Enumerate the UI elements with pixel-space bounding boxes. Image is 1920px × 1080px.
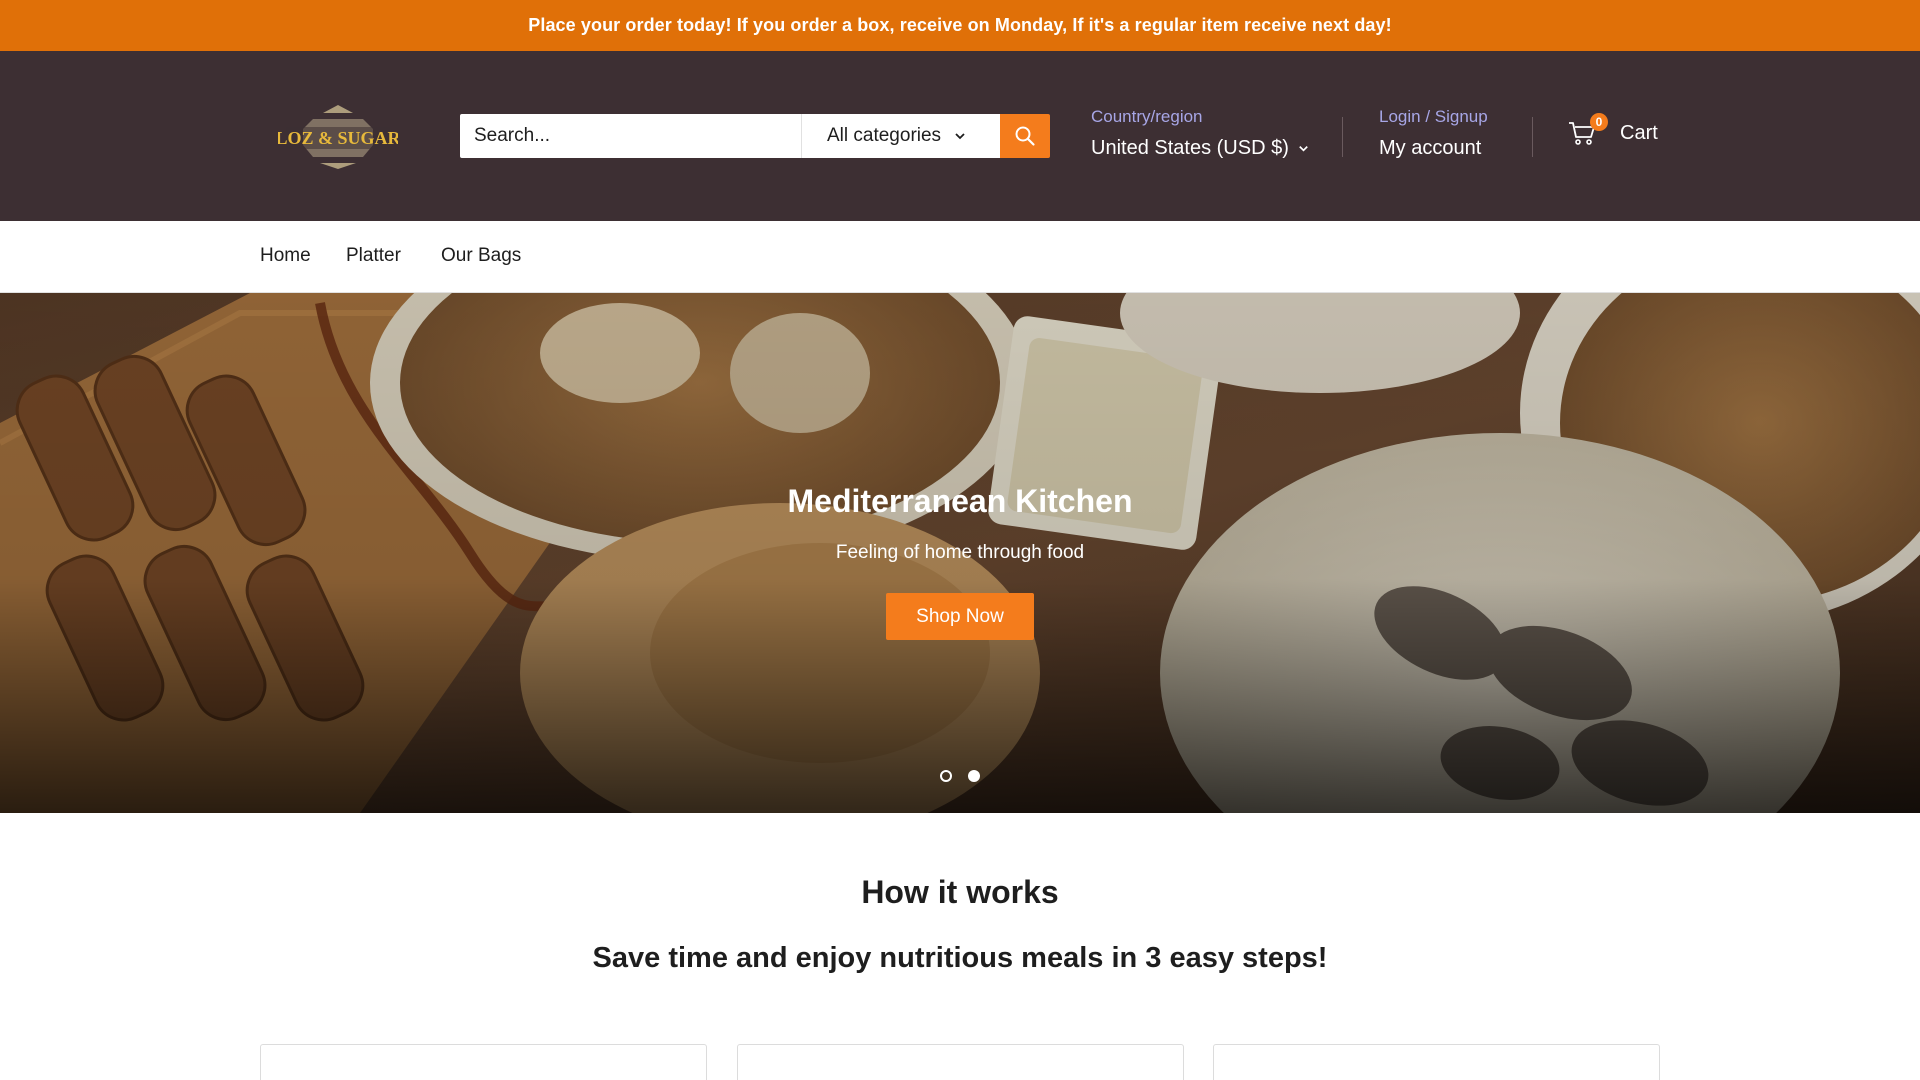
shop-now-button[interactable]: Shop Now: [886, 593, 1034, 640]
step-card-1: [260, 1044, 707, 1080]
nav-item-our-bags[interactable]: Our Bags: [441, 245, 521, 267]
my-account-label: My account: [1379, 137, 1482, 159]
nav-item-platter[interactable]: Platter: [346, 245, 401, 267]
cart-label: Cart: [1620, 121, 1658, 144]
search-button[interactable]: [1000, 114, 1050, 158]
hero-title: Mediterranean Kitchen: [787, 483, 1133, 519]
hero-subtitle: Feeling of home through food: [835, 542, 1085, 563]
search-input[interactable]: [460, 114, 801, 158]
header-divider: [1342, 117, 1343, 157]
hero-slideshow: Mediterranean Kitchen Feeling of home th…: [0, 293, 1920, 813]
cart-icon-wrapper: 0: [1568, 113, 1608, 147]
slide-dot-2-active[interactable]: [968, 770, 980, 782]
search-bar: All categories: [460, 114, 1050, 158]
my-account-link[interactable]: My account: [1379, 137, 1488, 160]
step-card-3: [1213, 1044, 1660, 1080]
site-header: LOZ & SUGAR All categories Country/regio…: [0, 51, 1920, 221]
main-nav: Home Platter Our Bags: [0, 221, 1920, 293]
announcement-text: Place your order today! If you order a b…: [528, 15, 1392, 35]
slide-dot-1[interactable]: [940, 770, 952, 782]
cart-count-badge: 0: [1590, 113, 1608, 131]
header-divider: [1532, 117, 1533, 157]
category-select[interactable]: All categories: [801, 114, 1000, 158]
login-signup-link[interactable]: Login / Signup: [1379, 107, 1488, 127]
search-icon: [1015, 126, 1035, 146]
chevron-down-icon: [1299, 146, 1308, 152]
how-it-works-subtitle: Save time and enjoy nutritious meals in …: [592, 942, 1328, 974]
site-logo[interactable]: LOZ & SUGAR: [275, 101, 402, 171]
region-dropdown[interactable]: United States (USD $): [1091, 137, 1310, 160]
step-card-2: [737, 1044, 1184, 1080]
category-select-label: All categories: [827, 125, 942, 146]
announcement-bar: Place your order today! If you order a b…: [0, 0, 1920, 51]
region-selector: Country/region United States (USD $): [1091, 107, 1310, 160]
logo-emblem-icon: LOZ & SUGAR: [275, 105, 402, 169]
region-label: Country/region: [1091, 107, 1203, 126]
account-area: Login / Signup My account: [1379, 107, 1488, 160]
svg-text:LOZ & SUGAR: LOZ & SUGAR: [278, 128, 398, 148]
how-it-works-title: How it works: [861, 874, 1059, 910]
chevron-down-icon: [955, 133, 965, 140]
region-value: United States (USD $): [1091, 137, 1289, 159]
nav-item-home[interactable]: Home: [260, 245, 311, 267]
cart-button[interactable]: 0 Cart: [1568, 113, 1658, 147]
